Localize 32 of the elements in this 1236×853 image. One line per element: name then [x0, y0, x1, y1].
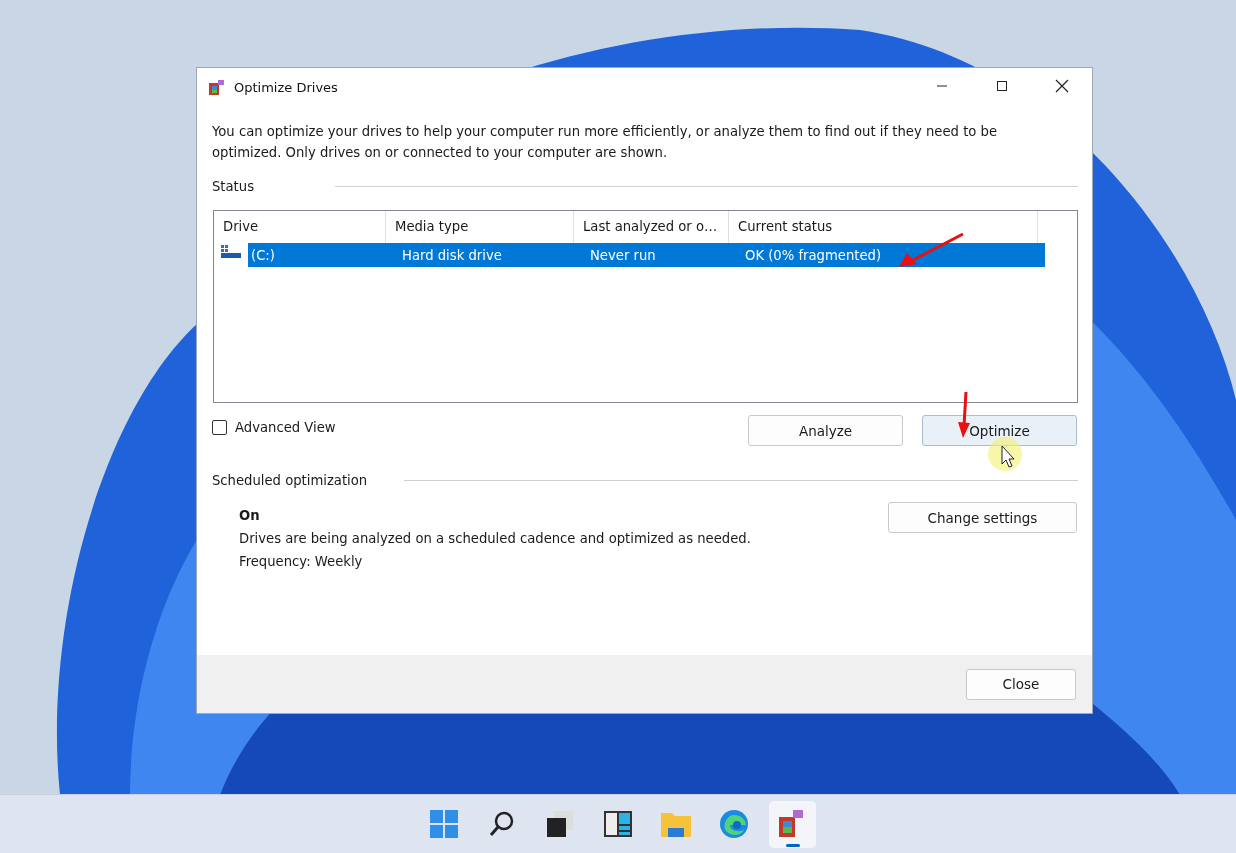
annotation-arrow: [957, 390, 971, 440]
defrag-taskbar-button[interactable]: [768, 800, 816, 848]
browser-icon: [719, 809, 749, 839]
defrag-app-icon: [778, 809, 806, 839]
widgets-icon: [603, 810, 633, 838]
change-settings-button[interactable]: Change settings: [888, 502, 1077, 533]
section-label: Status: [212, 179, 256, 194]
search-icon: [488, 810, 516, 838]
window-title: Optimize Drives: [234, 79, 338, 95]
task-view-icon: [546, 810, 574, 838]
table-row[interactable]: (C:) Hard disk drive Never run OK (0% fragmented): [248, 243, 1045, 267]
folder-icon: [660, 810, 692, 838]
close-dialog-button[interactable]: Close: [966, 668, 1076, 700]
schedule-frequency: Frequency: Weekly: [239, 554, 364, 569]
schedule-description: Drives are being analyzed on a scheduled cadence and optimized as needed.: [239, 531, 751, 546]
windows-logo-icon: [429, 809, 459, 839]
table-cell-text: (C:): [250, 247, 276, 263]
hard-drive-icon: [221, 245, 241, 259]
section-label: Scheduled optimization: [212, 473, 369, 488]
table-cell-text: OK (0% fragmented): [744, 247, 883, 263]
action-button[interactable]: Optimize: [922, 415, 1077, 446]
close-icon: [1055, 79, 1069, 93]
schedule-state: On: [239, 508, 261, 523]
checkbox[interactable]: [212, 420, 227, 435]
intro-text: You can optimize your drives to help your computer run more efficiently, or analyze them to find out if they need to be optimized. Only drives on or connected to your computer are shown.: [212, 123, 999, 162]
table-cell-text: Hard disk drive: [401, 247, 503, 263]
table-cell-text: Never run: [589, 247, 657, 263]
action-button[interactable]: Analyze: [748, 415, 903, 446]
running-indicator: [785, 843, 800, 847]
advanced-view-checkbox[interactable]: Advanced View: [212, 420, 336, 435]
defrag-app-icon: [208, 78, 226, 96]
maximize-icon: [996, 80, 1008, 92]
